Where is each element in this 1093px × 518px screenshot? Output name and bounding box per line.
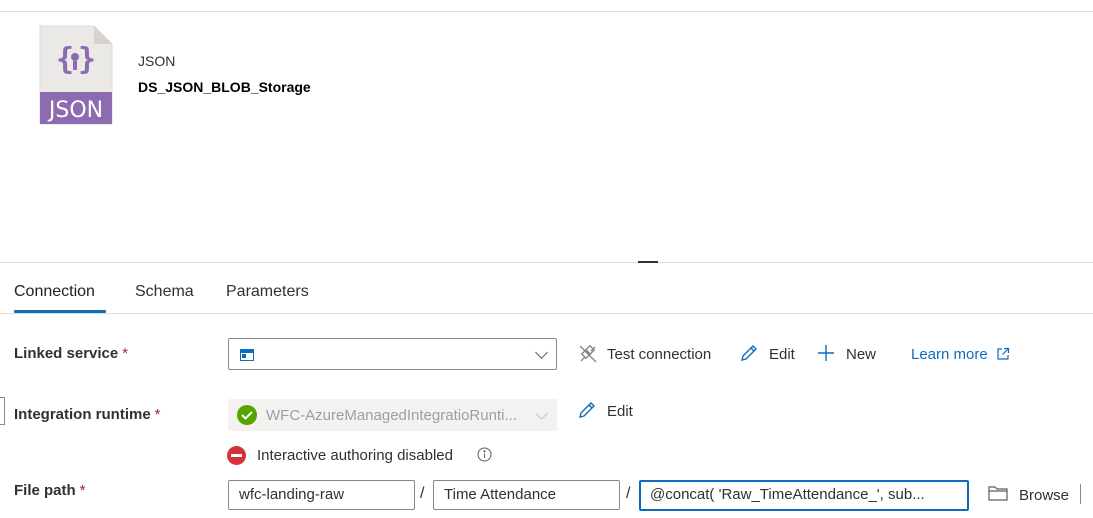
learn-more-link[interactable]: Learn more xyxy=(911,346,1010,366)
svg-text:}: } xyxy=(78,42,96,77)
integration-runtime-value: WFC-AzureManagedIntegratioRunti... xyxy=(266,407,517,424)
json-icon-label: JSON xyxy=(47,98,103,123)
toolbar-divider xyxy=(1080,484,1081,504)
plus-icon xyxy=(816,343,836,368)
tabs-divider xyxy=(0,313,1093,314)
chevron-down-icon xyxy=(535,346,548,359)
linked-service-dropdown[interactable] xyxy=(228,338,557,370)
pane-splitter[interactable] xyxy=(0,262,1093,263)
folder-icon xyxy=(988,485,1008,506)
new-label: New xyxy=(846,346,877,363)
linked-service-label: Linked service * xyxy=(14,345,129,362)
top-border xyxy=(0,11,1093,12)
pencil-icon xyxy=(739,343,759,368)
integration-runtime-label: Integration runtime * xyxy=(14,406,161,423)
dataset-name: DS_JSON_BLOB_Storage xyxy=(138,79,311,95)
splitter-grip[interactable] xyxy=(638,261,658,263)
test-connection-label: Test connection xyxy=(607,346,712,363)
file-path-label: File path * xyxy=(14,482,86,499)
file-name-input[interactable]: @concat( 'Raw_TimeAttendance_', sub... xyxy=(639,480,969,511)
tab-parameters[interactable]: Parameters xyxy=(226,283,309,301)
collapsed-panel-edge xyxy=(0,397,5,425)
plug-disconnected-icon xyxy=(577,343,599,370)
check-circle-icon xyxy=(237,405,257,430)
external-link-icon xyxy=(996,347,1010,366)
edit-label: Edit xyxy=(769,346,795,363)
pencil-icon xyxy=(577,400,597,425)
info-icon[interactable] xyxy=(477,447,492,467)
tab-connection[interactable]: Connection xyxy=(14,283,95,301)
blocked-icon xyxy=(227,446,246,470)
path-separator: / xyxy=(626,485,631,502)
dataset-type: JSON xyxy=(138,53,176,69)
json-file-icon: { } JSON xyxy=(38,24,114,126)
edit-label: Edit xyxy=(607,403,633,420)
linked-service-icon xyxy=(240,348,254,366)
svg-text:{: { xyxy=(56,42,74,77)
browse-label: Browse xyxy=(1019,487,1070,504)
tab-schema[interactable]: Schema xyxy=(135,283,194,301)
interactive-authoring-warning: Interactive authoring disabled xyxy=(257,447,453,464)
container-input[interactable]: wfc-landing-raw xyxy=(228,480,415,510)
path-separator: / xyxy=(420,485,425,502)
directory-input[interactable]: Time Attendance xyxy=(433,480,620,510)
integration-runtime-dropdown[interactable]: WFC-AzureManagedIntegratioRunti... xyxy=(228,399,557,431)
